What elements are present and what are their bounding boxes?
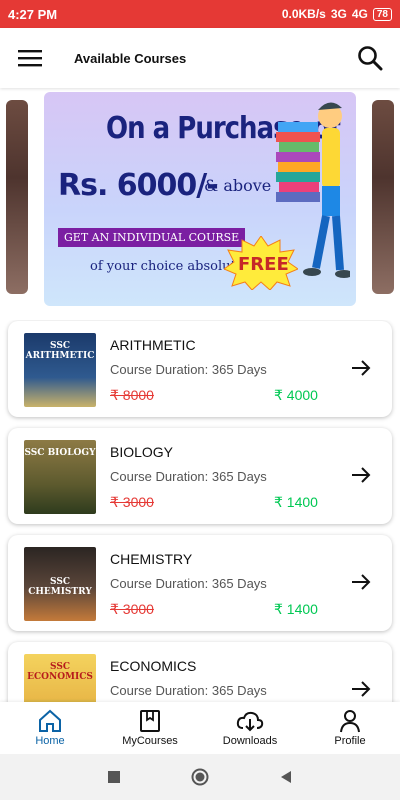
- nav-home-label: Home: [35, 735, 65, 747]
- banner-offer: GET AN INDIVIDUAL COURSE: [58, 228, 246, 247]
- network-speed: 0.0KB/s: [281, 7, 326, 21]
- course-card-arithmetic[interactable]: SSC ARITHMETIC ARITHMETIC Course Duratio…: [8, 321, 392, 417]
- carousel-prev-slide[interactable]: [6, 100, 28, 294]
- course-card-chemistry[interactable]: SSC CHEMISTRY CHEMISTRY Course Duration:…: [8, 535, 392, 631]
- status-indicators: 0.0KB/s 3G 4G 78: [282, 7, 392, 21]
- signal-4g-label: 4G: [351, 7, 368, 21]
- discounted-price: ₹ 1400: [274, 494, 318, 510]
- course-duration: Course Duration: 365 Days: [110, 683, 267, 698]
- status-bar: 4:27 PM 0.0KB/s 3G 4G 78: [0, 0, 400, 28]
- course-card-biology[interactable]: SSC BIOLOGY BIOLOGY Course Duration: 365…: [8, 428, 392, 524]
- banner-amount: Rs. 6000/-: [58, 168, 219, 203]
- nav-mycourses[interactable]: MyCourses: [100, 702, 200, 754]
- system-navigation-bar: [0, 754, 400, 800]
- home-circle-icon[interactable]: [191, 768, 209, 786]
- book-icon: [140, 710, 160, 732]
- nav-profile-label: Profile: [334, 735, 366, 747]
- nav-downloads[interactable]: Downloads: [200, 702, 300, 754]
- status-time: 4:27 PM: [8, 6, 58, 22]
- nav-home[interactable]: Home: [0, 702, 100, 754]
- discounted-price: ₹ 1400: [274, 601, 318, 617]
- course-name: ECONOMICS: [110, 658, 197, 674]
- home-icon: [39, 709, 61, 732]
- recents-square-icon[interactable]: [107, 770, 121, 784]
- promo-carousel[interactable]: On a Purchase of Rs. 6000/- & above GET …: [0, 88, 400, 318]
- original-price: ₹ 8000: [110, 387, 154, 403]
- nav-profile[interactable]: Profile: [300, 702, 400, 754]
- hamburger-menu-icon[interactable]: [16, 44, 44, 72]
- signal-3g-label: 3G: [330, 7, 347, 21]
- original-price: ₹ 3000: [110, 601, 154, 617]
- nav-mycourses-label: MyCourses: [122, 735, 178, 747]
- course-duration: Course Duration: 365 Days: [110, 576, 267, 591]
- discounted-price: ₹ 4000: [274, 387, 318, 403]
- person-icon: [340, 710, 360, 733]
- course-duration: Course Duration: 365 Days: [110, 469, 267, 484]
- thumbnail-label: SSC BIOLOGY: [24, 448, 96, 458]
- arrow-right-icon[interactable]: [350, 678, 372, 700]
- student-with-books-illustration: [276, 102, 350, 278]
- course-thumbnail: SSC CHEMISTRY: [24, 547, 96, 621]
- course-card-economics[interactable]: SSC ECONOMICS ECONOMICS Course Duration:…: [8, 642, 392, 702]
- battery-icon: 78: [372, 7, 392, 21]
- original-price: ₹ 3000: [110, 494, 154, 510]
- cloud-download-icon: [236, 711, 264, 732]
- back-triangle-icon[interactable]: [279, 770, 293, 784]
- nav-downloads-label: Downloads: [222, 735, 278, 747]
- bottom-navigation: Home MyCourses Downloads Profile: [0, 702, 400, 754]
- page-title: Available Courses: [74, 50, 187, 66]
- course-thumbnail: SSC ARITHMETIC: [24, 333, 96, 407]
- course-list[interactable]: SSC ARITHMETIC ARITHMETIC Course Duratio…: [0, 320, 400, 702]
- course-thumbnail: SSC BIOLOGY: [24, 440, 96, 514]
- promo-banner[interactable]: On a Purchase of Rs. 6000/- & above GET …: [44, 92, 356, 306]
- course-duration: Course Duration: 365 Days: [110, 362, 267, 377]
- course-name: BIOLOGY: [110, 444, 174, 460]
- banner-above: & above: [204, 176, 272, 195]
- thumbnail-label: SSC ARITHMETIC: [25, 341, 95, 361]
- thumbnail-label: SSC ECONOMICS: [27, 662, 93, 682]
- course-name: ARITHMETIC: [110, 337, 196, 353]
- course-name: CHEMISTRY: [110, 551, 193, 567]
- arrow-right-icon[interactable]: [350, 357, 372, 379]
- search-icon[interactable]: [356, 44, 384, 72]
- thumbnail-label: SSC CHEMISTRY: [28, 577, 92, 597]
- arrow-right-icon[interactable]: [350, 571, 372, 593]
- arrow-right-icon[interactable]: [350, 464, 372, 486]
- course-thumbnail: SSC ECONOMICS: [24, 654, 96, 702]
- carousel-next-slide[interactable]: [372, 100, 394, 294]
- app-bar: Available Courses: [0, 28, 400, 88]
